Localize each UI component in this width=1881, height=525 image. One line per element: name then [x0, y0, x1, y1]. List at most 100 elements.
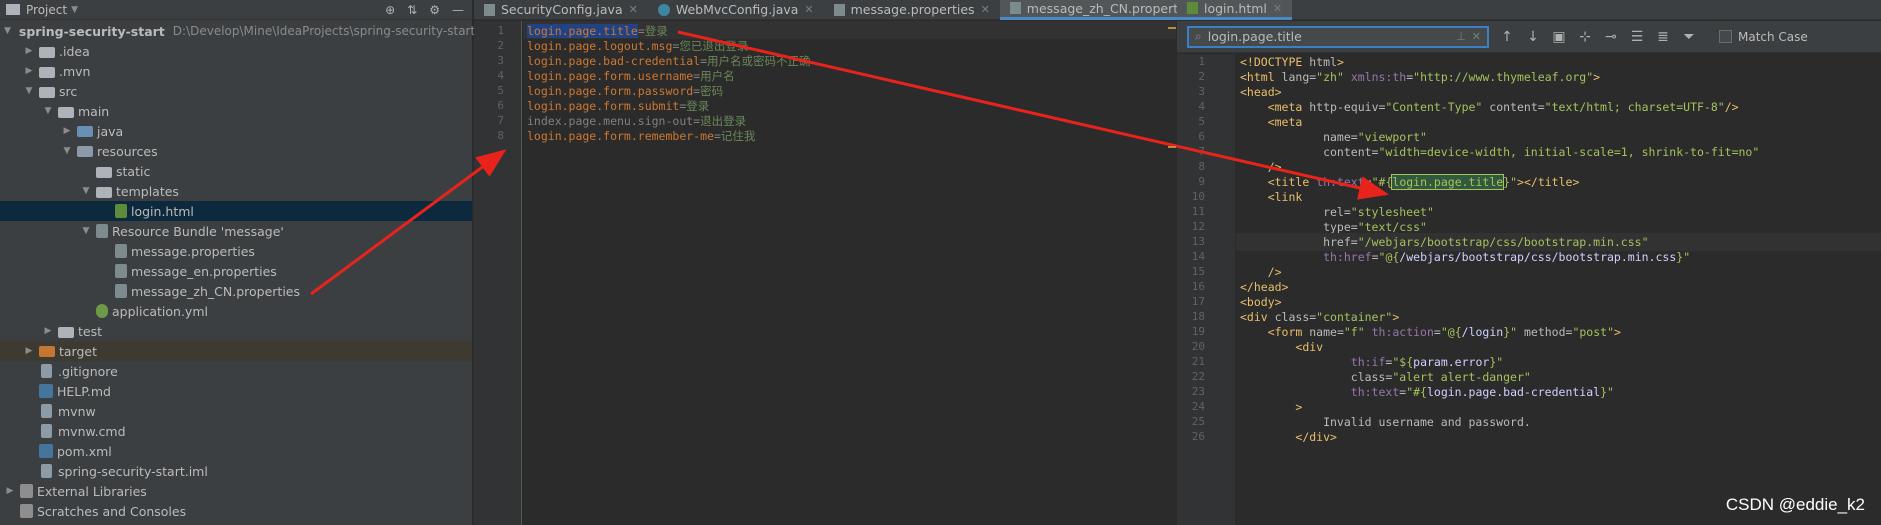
collapse-icon[interactable]: ⇅	[407, 3, 417, 17]
search-field[interactable]: ⌕ login.page.title ⊥ ✕	[1187, 25, 1489, 48]
html-editor[interactable]: <!DOCTYPE html> <html lang="zh" xmlns:th=…	[1236, 54, 1881, 525]
equals-sign: =	[637, 24, 645, 38]
property-value: 记住我	[720, 129, 756, 143]
tree-item-label: src	[59, 83, 78, 99]
editor-tab[interactable]: message.properties ✕	[824, 0, 1000, 20]
chevron-down-icon[interactable]: ▼	[80, 226, 92, 236]
add-occurrence-icon[interactable]: ⊹	[1577, 29, 1593, 45]
tree-item[interactable]: message_zh_CN.properties	[0, 281, 472, 301]
tab-label: message.properties	[850, 2, 975, 17]
tree-item-label: mvnw.cmd	[58, 423, 126, 439]
chevron-right-icon[interactable]: ▶	[4, 486, 16, 496]
editor-tabs-left: SecurityConfig.java ✕ WebMvcConfig.java ✕ me…	[474, 0, 1249, 20]
tree-item[interactable]: ▶ test	[0, 321, 472, 341]
folder-res-icon	[77, 145, 93, 157]
property-value: 登录	[686, 99, 710, 113]
file-icon	[41, 404, 52, 418]
chevron-down-icon[interactable]: ▼	[71, 5, 78, 15]
property-value: 登录	[644, 24, 668, 38]
tree-item-label: java	[97, 123, 124, 139]
folder-icon	[58, 326, 74, 338]
editor-tab[interactable]: SecurityConfig.java ✕	[474, 0, 648, 20]
locate-icon[interactable]: ⊕	[385, 3, 395, 17]
tree-item-label: mvnw	[58, 403, 96, 419]
tree-item[interactable]: ▶ .mvn	[0, 61, 472, 81]
tree-item[interactable]: ▼ spring-security-start D:\Develop\Mine\Id…	[0, 21, 475, 41]
tree-item[interactable]: mvnw	[0, 401, 472, 421]
tree-item-label: message_en.properties	[131, 263, 277, 279]
equals-sign: =	[713, 129, 721, 143]
arrow-up-icon[interactable]: ↑	[1499, 29, 1515, 45]
gear-icon[interactable]: ⚙	[429, 3, 440, 17]
tree-item[interactable]: static	[0, 161, 472, 181]
chevron-down-icon[interactable]: ▼	[4, 26, 11, 36]
tree-item-label: .mvn	[59, 63, 91, 79]
clear-icon[interactable]: ✕	[1472, 30, 1481, 43]
chevron-down-icon[interactable]: ▼	[61, 146, 73, 156]
tree-item[interactable]: ▼ main	[0, 101, 472, 121]
tree-item[interactable]: ▶ target	[0, 341, 472, 361]
match-case-checkbox[interactable]	[1719, 30, 1732, 43]
properties-editor[interactable]: login.page.title=登录 login.page.logout.msg…	[523, 21, 1176, 525]
folder-orange-icon	[39, 345, 55, 357]
file-icon	[41, 464, 52, 478]
tree-item[interactable]: pom.xml	[0, 441, 472, 461]
minimize-icon[interactable]: —	[452, 3, 464, 17]
filter-icon[interactable]: ⏷	[1681, 29, 1697, 45]
tree-item[interactable]: message_en.properties	[0, 261, 472, 281]
remove-occurrence-icon[interactable]: ⊸	[1603, 29, 1619, 45]
window-icon[interactable]: ▣	[1551, 29, 1567, 45]
scrollbar-marker	[1168, 27, 1176, 29]
chevron-right-icon[interactable]: ▶	[23, 346, 35, 356]
tree-item[interactable]: ▶ External Libraries	[0, 481, 472, 501]
close-icon[interactable]: ✕	[629, 3, 638, 16]
tree-item[interactable]: ▼ resources	[0, 141, 472, 161]
tab-login-html[interactable]: login.html ✕	[1177, 0, 1293, 20]
sort-icon[interactable]: ≣	[1655, 29, 1671, 45]
chevron-right-icon[interactable]: ▶	[23, 46, 35, 56]
match-case-option[interactable]: Match Case	[1719, 30, 1808, 44]
tree-item[interactable]: ▶ java	[0, 121, 472, 141]
tab-label: login.html	[1204, 0, 1267, 16]
tree-item[interactable]: message.properties	[0, 241, 472, 261]
close-icon[interactable]: ✕	[981, 3, 990, 16]
tree-item[interactable]: ▼ templates	[0, 181, 472, 201]
regex-options-icon[interactable]: ⊥	[1456, 30, 1466, 43]
code-line: th:href="@{/webjars/bootstrap/css/bootst…	[1323, 250, 1691, 264]
tree-item[interactable]: ▼ Resource Bundle 'message'	[0, 221, 472, 241]
tree-item[interactable]: application.yml	[0, 301, 472, 321]
equals-sign: =	[700, 54, 708, 68]
editor-tab[interactable]: WebMvcConfig.java ✕	[648, 0, 824, 20]
arrow-down-icon[interactable]: ↓	[1525, 29, 1541, 45]
chevron-right-icon[interactable]: ▶	[42, 326, 54, 336]
project-panel-title[interactable]: Project	[26, 3, 67, 17]
search-input[interactable]: login.page.title	[1208, 29, 1450, 44]
close-icon[interactable]: ✕	[804, 3, 813, 16]
property-value: 密码	[700, 84, 724, 98]
tree-item[interactable]: login.html	[0, 201, 472, 221]
html-icon	[115, 204, 127, 218]
property-value: 用户名	[700, 69, 735, 83]
property-key: login.page.bad-credential	[527, 54, 701, 68]
chevron-right-icon[interactable]: ▶	[23, 66, 35, 76]
close-icon[interactable]: ✕	[1273, 2, 1282, 15]
property-value: 用户名或密码不正确	[707, 54, 811, 68]
chevron-right-icon[interactable]: ▶	[61, 126, 73, 136]
chevron-down-icon[interactable]: ▼	[23, 86, 35, 96]
tree-item[interactable]: Scratches and Consoles	[0, 501, 472, 521]
property-key: login.page.form.submit	[527, 99, 680, 113]
tree-item[interactable]: mvnw.cmd	[0, 421, 472, 441]
tree-item[interactable]: ▼ src	[0, 81, 472, 101]
tree-item[interactable]: ▶ .idea	[0, 41, 472, 61]
chevron-down-icon[interactable]: ▼	[42, 106, 54, 116]
chevron-down-icon[interactable]: ▼	[80, 186, 92, 196]
code-line: <meta http-equiv="Content-Type" content=…	[1267, 100, 1739, 114]
tree-item-label: login.html	[131, 203, 194, 219]
tree-item[interactable]: HELP.md	[0, 381, 472, 401]
md-icon	[39, 384, 53, 398]
property-key: login.page.form.password	[527, 84, 694, 98]
tree-item[interactable]: .gitignore	[0, 361, 472, 381]
tree-item[interactable]: spring-security-start.iml	[0, 461, 472, 481]
select-all-icon[interactable]: ☰	[1629, 29, 1645, 45]
props-icon	[115, 264, 127, 278]
